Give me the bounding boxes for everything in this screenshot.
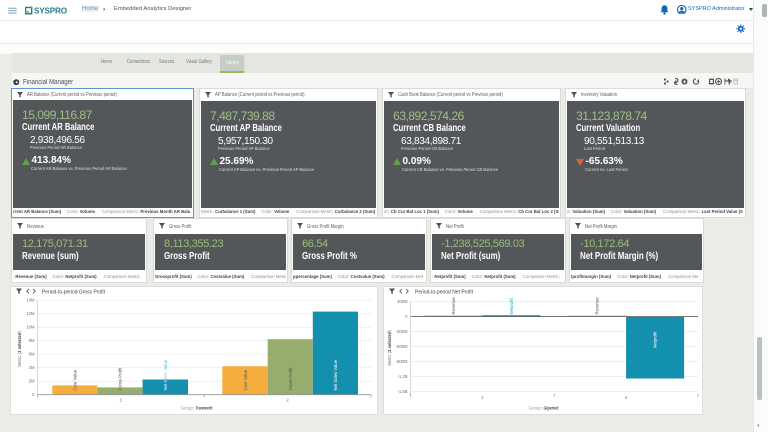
svg-text:6M: 6M [29, 351, 35, 356]
svg-text:-900M: -900M [396, 359, 408, 364]
svg-text:Revenue: Revenue [595, 296, 600, 314]
svg-text:1: 1 [120, 397, 123, 402]
svg-text:Metric (3 selected): Metric (3 selected) [17, 330, 22, 366]
svg-text:SYSPRO: SYSPRO [34, 6, 68, 14]
svg-text:-1.5B: -1.5B [397, 389, 407, 394]
svg-text:12M: 12M [26, 311, 35, 316]
svg-text:Period-to-period Net Profit: Period-to-period Net Profit [415, 289, 473, 295]
svg-text:1: 1 [481, 395, 484, 400]
svg-text:-300M: -300M [396, 329, 408, 334]
svg-text:Period-to-period Gross Profit: Period-to-period Gross Profit [42, 289, 105, 295]
svg-text:2M: 2M [29, 378, 35, 383]
svg-text:Group:: Group: [529, 405, 542, 410]
svg-text:-600M: -600M [396, 344, 408, 349]
svg-text:-1.2B: -1.2B [397, 374, 407, 379]
svg-text:8M: 8M [29, 338, 35, 343]
svg-text:Netprofit: Netprofit [509, 297, 514, 314]
svg-text:4M: 4M [29, 365, 35, 370]
svg-text:0: 0 [32, 392, 35, 397]
svg-text:2: 2 [286, 397, 289, 402]
svg-text:Metric (2 selected): Metric (2 selected) [387, 329, 392, 365]
svg-text:Net Sales Value: Net Sales Value [333, 359, 338, 390]
svg-text:Cost Value: Cost Value [243, 369, 248, 390]
svg-text:2: 2 [625, 395, 628, 400]
svg-text:10M: 10M [26, 324, 35, 329]
svg-text:300M: 300M [397, 299, 408, 304]
svg-text:14M: 14M [26, 297, 35, 302]
svg-text:Gross Profit: Gross Profit [288, 367, 293, 390]
svg-text:Revenue: Revenue [451, 296, 456, 314]
svg-text:Group:: Group: [181, 405, 194, 410]
svg-text:Gross Profit: Gross Profit [118, 367, 123, 390]
svg-text:Netprofit: Netprofit [653, 330, 658, 347]
svg-text:Tranmonth: Tranmonth [196, 405, 213, 410]
svg-text:0: 0 [405, 314, 408, 319]
svg-text:Glperiod: Glperiod [544, 405, 559, 410]
svg-text:Cost Value: Cost Value [73, 369, 78, 390]
